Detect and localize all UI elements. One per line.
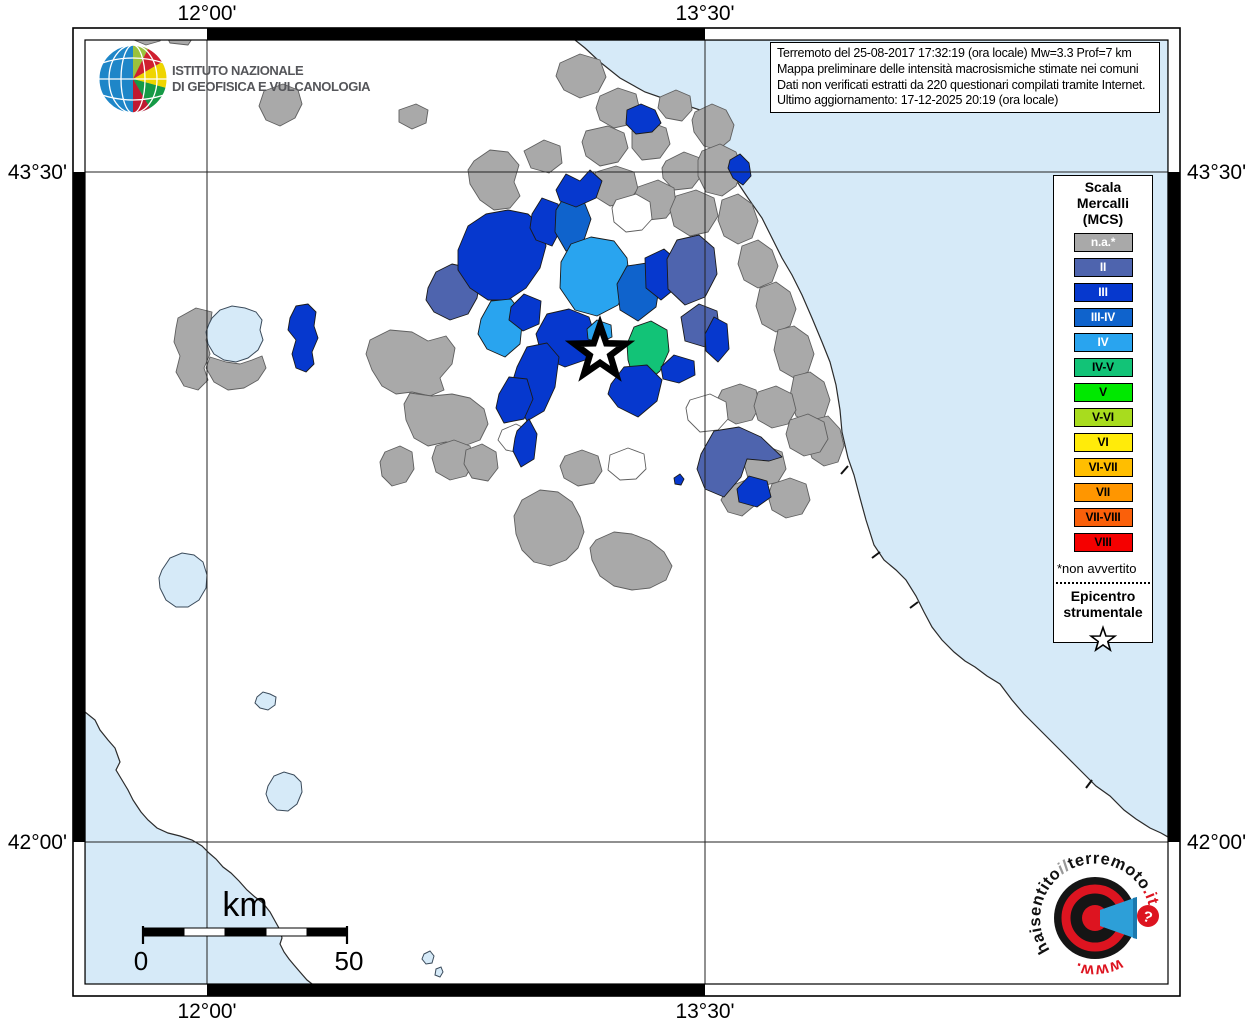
legend-panel: Scala Mercalli (MCS) n.a.* II III III-IV IV I… bbox=[1053, 175, 1153, 653]
legend-footnote: *non avvertito bbox=[1057, 561, 1137, 576]
legend-epicenter-star-icon bbox=[1088, 625, 1118, 653]
scale-bar-start-label: 0 bbox=[134, 946, 148, 976]
legend-item-vvi: V-VI bbox=[1073, 408, 1133, 427]
ingv-logo-text-line2: DI GEOFISICA E VULCANOLOGIA bbox=[172, 79, 371, 94]
legend-items: n.a.* II III III-IV IV IV-V V V-VI VI VI-VII VII VI… bbox=[1054, 233, 1152, 552]
info-line-event: Terremoto del 25-08-2017 17:32:19 (ora l… bbox=[777, 46, 1132, 60]
legend-star bbox=[1088, 625, 1118, 653]
municipality-na bbox=[173, 307, 213, 391]
legend-item-iii: III bbox=[1073, 283, 1133, 302]
legend-item-viii: VIII bbox=[1073, 533, 1133, 552]
info-line-map-type: Mappa preliminare delle intensità macros… bbox=[777, 61, 1139, 76]
axis-label: 42°00' bbox=[1187, 831, 1246, 854]
legend-epicenter-label: Epicentro strumentale bbox=[1054, 588, 1152, 620]
legend-item-na: n.a.* bbox=[1073, 233, 1133, 252]
axis-label: 43°30' bbox=[1187, 161, 1246, 184]
axis-label: 12°00' bbox=[177, 1000, 236, 1023]
legend-item-v: V bbox=[1073, 383, 1133, 402]
info-line-data-source: Dati non verificati estratti da 220 ques… bbox=[777, 77, 1146, 92]
legend-title-line: (MCS) bbox=[1082, 211, 1124, 227]
legend-item-ii: II bbox=[1073, 258, 1133, 277]
legend-title-line: Scala bbox=[1084, 179, 1122, 195]
scale-bar-segment bbox=[224, 927, 267, 937]
axis-label: 13°30' bbox=[675, 2, 734, 25]
scale-bar-end-label: 50 bbox=[335, 946, 364, 976]
info-line-updated: Ultimo aggiornamento: 17-12-2025 20:19 (… bbox=[777, 93, 1059, 108]
legend-item-vi: VI bbox=[1073, 433, 1133, 452]
scale-bar-unit: km bbox=[222, 886, 267, 924]
legend-item-vivii: VI-VII bbox=[1073, 458, 1133, 477]
map-page: km 0 50 12°00' 13°30' 12°00' 13°30' 43°30' bbox=[0, 0, 1255, 1024]
scale-bar-segment bbox=[183, 927, 226, 937]
legend-epicenter-line: strumentale bbox=[1063, 604, 1143, 620]
axis-label: 42°00' bbox=[8, 831, 67, 854]
ingv-logo-text-line1: ISTITUTO NAZIONALE bbox=[172, 63, 304, 78]
scale-bar-segment bbox=[142, 927, 185, 937]
legend-item-iv: IV bbox=[1073, 333, 1133, 352]
axis-label: 13°30' bbox=[675, 1000, 734, 1023]
legend-title: Scala Mercalli (MCS) bbox=[1054, 179, 1152, 227]
earthquake-info-box: Terremoto del 25-08-2017 17:32:19 (ora l… bbox=[770, 42, 1160, 114]
legend-epicenter-line: Epicentro bbox=[1070, 588, 1136, 604]
axis-label: 43°30' bbox=[8, 161, 67, 184]
legend-title-line: Mercalli bbox=[1076, 195, 1130, 211]
scale-bar-segment bbox=[265, 927, 308, 937]
axis-label: 12°00' bbox=[177, 2, 236, 25]
municipality-na bbox=[167, 40, 192, 46]
legend-item-iiiiv: III-IV bbox=[1073, 308, 1133, 327]
legend-item-ivv: IV-V bbox=[1073, 358, 1133, 377]
legend-separator bbox=[1056, 582, 1150, 584]
legend-item-vii: VII bbox=[1073, 483, 1133, 502]
scale-bar-segment bbox=[306, 927, 348, 937]
legend-item-viiviii: VII-VIII bbox=[1073, 508, 1133, 527]
